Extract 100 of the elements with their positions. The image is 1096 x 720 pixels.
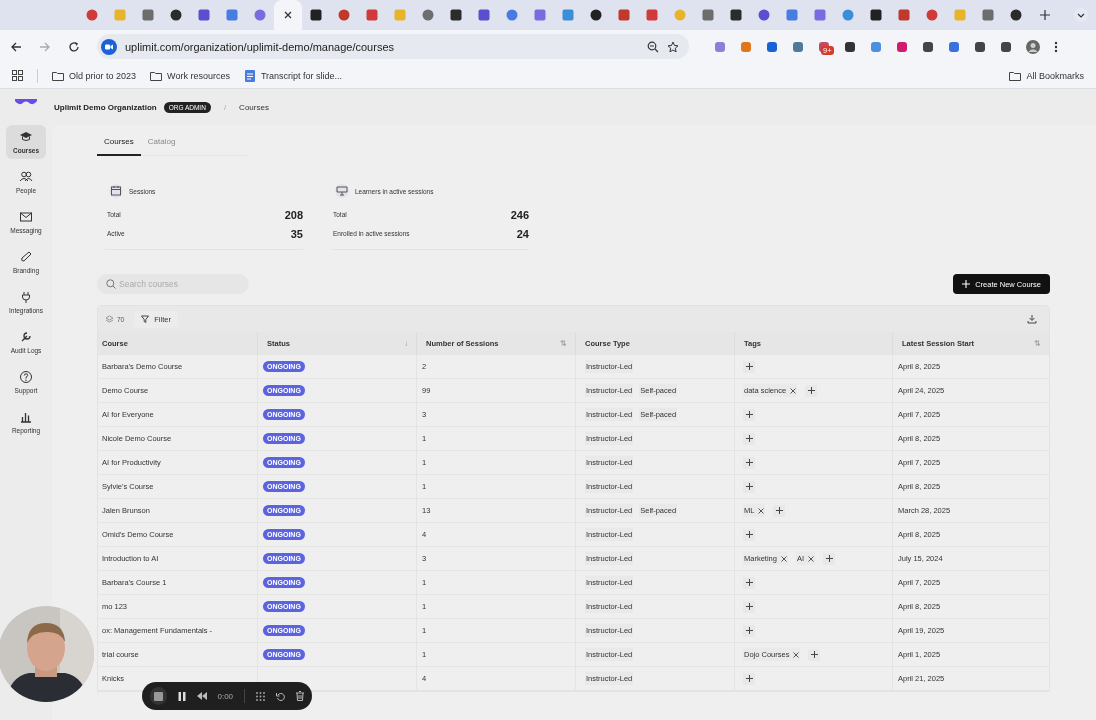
address-bar[interactable]: uplimit.com/organization/uplimit-demo/manage/courses xyxy=(97,34,689,59)
organization-name[interactable]: Uplimit Demo Organization xyxy=(54,102,157,112)
remove-icon[interactable] xyxy=(790,387,797,394)
more-icon[interactable] xyxy=(1054,40,1058,53)
favicon-icon xyxy=(730,9,742,21)
plus-icon xyxy=(745,579,753,586)
folder-icon xyxy=(1009,69,1022,82)
apps-icon[interactable] xyxy=(12,70,23,81)
bookmarks-folder[interactable]: All Bookmarks xyxy=(1009,69,1084,82)
stat-value: 246 xyxy=(510,208,529,221)
stop-button[interactable] xyxy=(150,687,167,705)
favicon-icon xyxy=(198,9,210,21)
extension-icon[interactable] xyxy=(844,40,856,53)
zoom-icon[interactable] xyxy=(647,40,659,53)
favicon-icon xyxy=(954,9,966,21)
extension-icon[interactable] xyxy=(766,40,778,53)
star-icon[interactable] xyxy=(667,40,679,53)
bookmark[interactable]: Old prior to 2023 xyxy=(52,69,137,82)
favicon-icon xyxy=(478,9,490,21)
add-tag-button[interactable] xyxy=(743,480,755,493)
favicon-icon xyxy=(898,9,910,21)
breadcrumb-item[interactable]: Courses xyxy=(239,102,269,112)
bookmark[interactable]: Work resources xyxy=(150,69,230,82)
remove-icon[interactable] xyxy=(808,555,815,562)
add-tag-button[interactable] xyxy=(773,504,786,517)
plug-icon xyxy=(19,290,33,304)
add-tag-button[interactable] xyxy=(743,456,755,469)
url-text: uplimit.com/organization/uplimit-demo/manage/courses xyxy=(125,40,394,53)
add-tag-button[interactable] xyxy=(743,360,755,373)
favicon-icon xyxy=(114,9,126,21)
bookmark[interactable]: Transcript for slide... xyxy=(243,69,343,82)
back-icon[interactable] xyxy=(10,40,22,53)
add-tag-button[interactable] xyxy=(743,624,755,637)
plus-icon xyxy=(745,627,753,634)
favicon-icon xyxy=(1010,9,1022,21)
new-tab-icon[interactable] xyxy=(1040,10,1050,20)
favicon-icon xyxy=(254,9,266,21)
plus-icon xyxy=(775,507,783,514)
plus-icon xyxy=(745,435,753,442)
plus-icon xyxy=(745,483,753,490)
breadcrumb-separator: / xyxy=(223,102,227,112)
plus-icon xyxy=(745,603,753,610)
favicon-icon xyxy=(842,9,854,21)
plus-icon xyxy=(962,280,971,288)
add-tag-button[interactable] xyxy=(743,576,755,589)
add-tag-button[interactable] xyxy=(805,384,818,397)
filter-icon xyxy=(141,315,150,323)
favicon-icon xyxy=(646,9,658,21)
favicon-icon xyxy=(226,9,238,21)
favicon-icon xyxy=(170,9,182,21)
close-icon xyxy=(284,11,292,19)
add-tag-button[interactable] xyxy=(743,408,755,421)
people-icon xyxy=(19,170,33,184)
plus-icon xyxy=(745,531,753,538)
extension-icon[interactable] xyxy=(1000,40,1012,53)
favicon-icon xyxy=(758,9,770,21)
add-tag-button[interactable] xyxy=(743,528,755,541)
bar-chart-icon xyxy=(19,410,33,424)
favicon-icon xyxy=(422,9,434,21)
stat-value: 35 xyxy=(290,227,303,240)
favicon-icon xyxy=(814,9,826,21)
add-tag-button[interactable] xyxy=(823,552,836,565)
add-tag-button[interactable] xyxy=(808,648,821,661)
camera-icon xyxy=(101,38,117,55)
favicon-icon xyxy=(534,9,546,21)
extension-icon[interactable] xyxy=(974,40,986,53)
favicon-icon xyxy=(870,9,882,21)
favicon-icon xyxy=(394,9,406,21)
favicon-icon xyxy=(366,9,378,21)
folder-icon xyxy=(52,69,64,82)
add-tag-button[interactable] xyxy=(743,672,755,685)
favicon-icon xyxy=(618,9,630,21)
favicon-icon xyxy=(338,9,350,21)
extension-icon[interactable] xyxy=(922,40,934,53)
download-icon[interactable] xyxy=(1027,314,1037,324)
profile-icon[interactable] xyxy=(1026,39,1040,54)
favicon-icon xyxy=(310,9,322,21)
plus-icon xyxy=(745,459,753,466)
plus-icon xyxy=(745,363,753,370)
add-tag-button[interactable] xyxy=(743,432,755,445)
document-icon xyxy=(243,69,256,82)
brush-icon xyxy=(19,250,33,264)
page-tab[interactable]: Courses xyxy=(97,131,141,156)
undo-icon[interactable] xyxy=(276,691,285,701)
pause-icon[interactable] xyxy=(177,691,186,701)
trash-icon[interactable] xyxy=(296,691,304,701)
favicon-icon xyxy=(674,9,686,21)
stat-value: 208 xyxy=(284,208,303,221)
folder-icon xyxy=(150,69,163,82)
remove-icon[interactable] xyxy=(780,555,787,562)
remove-icon[interactable] xyxy=(758,507,765,514)
favicon-icon xyxy=(142,9,154,21)
presenter-icon xyxy=(335,184,349,198)
help-icon xyxy=(19,370,33,384)
remove-icon[interactable] xyxy=(793,651,800,658)
add-tag-button[interactable] xyxy=(743,600,755,613)
grid-icon[interactable] xyxy=(256,691,265,701)
dropdown-icon[interactable] xyxy=(1074,8,1088,22)
stack-icon xyxy=(105,314,114,324)
reload-icon[interactable] xyxy=(68,40,80,53)
